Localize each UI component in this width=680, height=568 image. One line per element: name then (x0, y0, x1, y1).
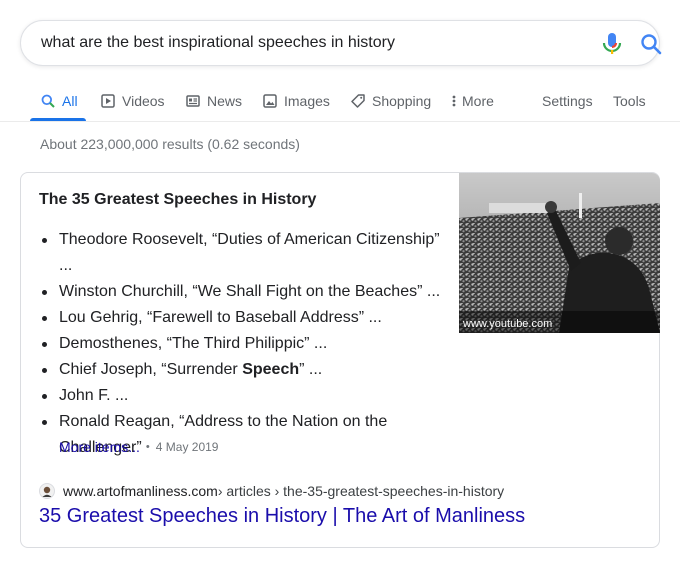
image-source-caption: www.youtube.com (463, 318, 553, 330)
tools-button[interactable]: Tools (613, 80, 646, 122)
tab-images[interactable]: Images (262, 80, 330, 122)
list-item-text: Lou Gehrig, “Farewell to Baseball Addres… (59, 309, 382, 326)
snippet-date: 4 May 2019 (155, 440, 219, 454)
microphone-icon (602, 33, 622, 54)
list-item-text: John F. ... (59, 387, 129, 404)
tab-shopping[interactable]: Shopping (350, 80, 431, 122)
tab-videos[interactable]: Videos (100, 80, 165, 122)
tag-icon (350, 93, 366, 109)
image-icon (262, 93, 278, 109)
list-item-continuation: ... (59, 257, 73, 274)
play-icon (100, 93, 116, 109)
search-input[interactable] (41, 21, 571, 65)
list-item: Lou Gehrig, “Farewell to Baseball Addres… (39, 305, 469, 331)
tab-label: Videos (122, 93, 165, 109)
site-favicon (39, 483, 55, 499)
snippet-image[interactable]: www.youtube.com (459, 173, 660, 333)
tab-more[interactable]: More (450, 80, 494, 122)
speech-crowd-image (459, 173, 660, 333)
search-icon (40, 93, 56, 109)
list-item: Chief Joseph, “Surrender Speech” ... (39, 357, 469, 383)
more-items-link[interactable]: More items... (59, 439, 140, 455)
list-item: Winston Churchill, “We Shall Fight on th… (39, 279, 469, 305)
list-item-text: Demosthenes, “The Third Philippic” ... (59, 335, 328, 352)
list-item: Theodore Roosevelt, “Duties of American … (39, 227, 469, 279)
list-item: John F. ... (39, 383, 469, 409)
result-breadcrumb: › articles › the-35-greatest-speeches-in… (217, 483, 505, 499)
search-results-page: All Videos News (0, 0, 680, 568)
tab-label: Shopping (372, 93, 432, 109)
tabs-divider (0, 121, 680, 122)
tab-label: More (462, 93, 494, 109)
snippet-title: The 35 Greatest Speeches in History (39, 191, 317, 208)
settings-button[interactable]: Settings (542, 80, 593, 122)
more-dots-icon (450, 93, 458, 109)
result-url: www.artofmanliness.com (63, 483, 218, 499)
list-item-text: Theodore Roosevelt, “Duties of American … (59, 231, 440, 248)
list-item-text: Chief Joseph, “Surrender (59, 361, 243, 378)
news-icon (185, 93, 201, 109)
list-item-text-end: ” ... (299, 361, 323, 378)
tab-label: Images (284, 93, 330, 109)
tab-label: News (207, 93, 243, 109)
tools-label: Tools (613, 93, 646, 109)
settings-label: Settings (542, 93, 593, 109)
result-title-link[interactable]: 35 Greatest Speeches in History | The Ar… (39, 505, 525, 528)
search-box (20, 20, 663, 66)
search-icon (641, 34, 662, 55)
more-items-row: More items... • 4 May 2019 (59, 439, 218, 455)
list-item-bold: Speech (242, 361, 300, 378)
tab-all[interactable]: All (40, 80, 78, 122)
tab-news[interactable]: News (185, 80, 242, 122)
result-source[interactable]: www.artofmanliness.com › articles › the-… (39, 483, 504, 499)
featured-snippet: The 35 Greatest Speeches in History Theo… (20, 172, 660, 548)
list-item: Demosthenes, “The Third Philippic” ... (39, 331, 469, 357)
tab-label: All (62, 93, 78, 109)
result-stats: About 223,000,000 results (0.62 seconds) (40, 136, 300, 152)
search-tabs: All Videos News Images Shopping More Set… (0, 80, 680, 122)
snippet-list: Theodore Roosevelt, “Duties of American … (39, 227, 469, 461)
voice-search-button[interactable] (601, 32, 623, 56)
list-item-text: Winston Churchill, “We Shall Fight on th… (59, 283, 441, 300)
separator: • (145, 441, 150, 453)
search-button[interactable] (639, 32, 663, 56)
